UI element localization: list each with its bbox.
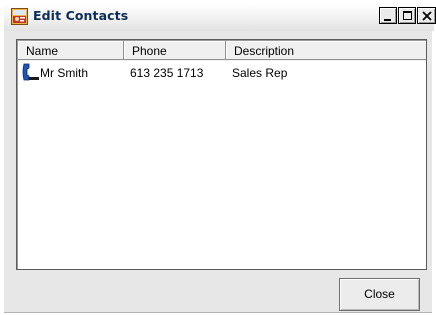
close-icon <box>422 11 432 21</box>
contact-name: Mr Smith <box>40 66 88 80</box>
minimize-button[interactable] <box>379 7 397 24</box>
column-header-description[interactable]: Description <box>226 41 426 60</box>
column-header-phone[interactable]: Phone <box>124 41 226 60</box>
column-header-label: Name <box>26 44 59 58</box>
minimize-icon <box>384 19 391 21</box>
column-header-label: Description <box>234 44 295 58</box>
phone-handset-icon <box>22 63 39 81</box>
window-bottom-border <box>4 312 432 313</box>
contact-phone: 613 235 1713 <box>130 66 204 80</box>
maximize-icon <box>403 11 412 20</box>
window-title: Edit Contacts <box>33 8 129 23</box>
contacts-list[interactable]: Name Phone Description Mr Smith 613 235 … <box>16 39 427 270</box>
edit-contacts-window: Edit Contacts Name Phone Description Mr … <box>0 0 436 315</box>
list-header: Name Phone Description <box>18 41 426 61</box>
close-window-button[interactable] <box>417 7 436 24</box>
edit-contacts-app-icon <box>11 8 28 25</box>
column-header-label: Phone <box>132 44 167 58</box>
list-item[interactable]: Mr Smith 613 235 1713 Sales Rep <box>18 62 426 82</box>
column-header-name[interactable]: Name <box>18 41 124 60</box>
title-bar[interactable]: Edit Contacts <box>4 3 436 31</box>
contact-description: Sales Rep <box>232 66 288 80</box>
close-button[interactable]: Close <box>339 278 420 311</box>
maximize-button[interactable] <box>398 7 416 24</box>
